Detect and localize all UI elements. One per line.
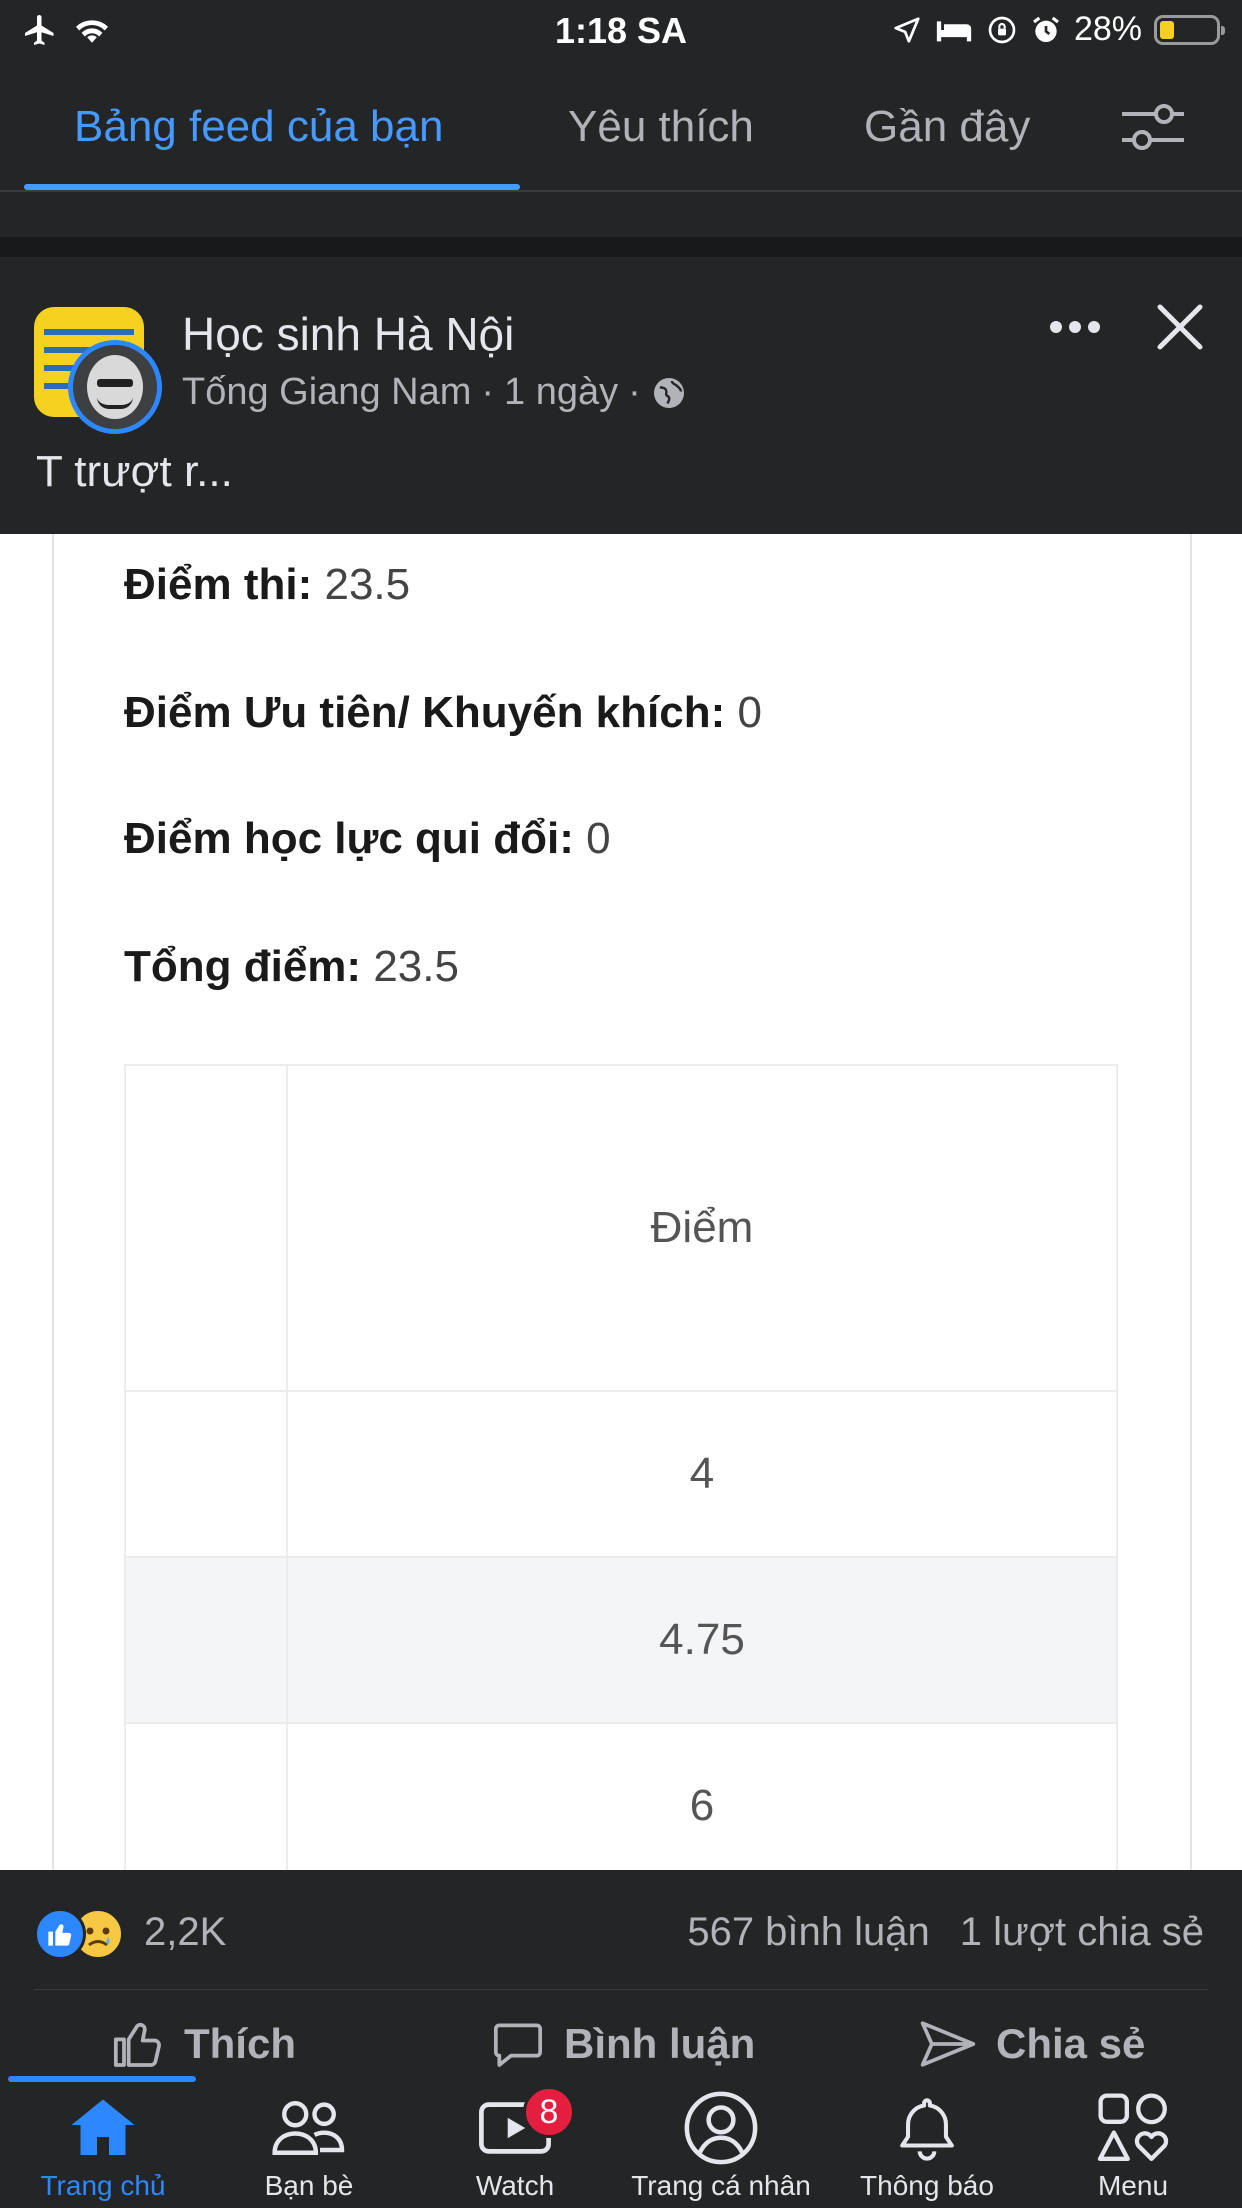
bottom-nav: Trang chủ Bạn bè 8 Watch Trang cá nhân T… — [0, 2076, 1242, 2208]
profile-icon — [682, 2088, 760, 2168]
like-reaction-icon — [34, 1908, 86, 1960]
status-bar: 1:18 SA 28% — [0, 0, 1242, 62]
nav-notifications[interactable]: Thông báo — [824, 2088, 1030, 2208]
bed-icon — [936, 20, 972, 41]
location-arrow-icon — [894, 16, 920, 43]
nav-profile-label: Trang cá nhân — [631, 2170, 811, 2201]
alarm-icon — [1032, 16, 1059, 42]
tab-recent[interactable]: Gần đây — [864, 102, 1030, 152]
like-button[interactable]: Thích — [110, 2016, 296, 2072]
post-divider — [0, 237, 1242, 257]
comment-icon — [493, 2023, 543, 2067]
table-cell-score: 4 — [286, 1390, 1118, 1558]
engagement-stats: 567 bình luận 1 lượt chia sẻ — [687, 1910, 1204, 1955]
author-avatar[interactable] — [68, 340, 162, 434]
nav-friends[interactable]: Bạn bè — [206, 2088, 412, 2208]
status-right: 28% — [892, 10, 1225, 49]
share-button[interactable]: Chia sẻ — [918, 2016, 1145, 2072]
active-tab-indicator — [24, 184, 520, 190]
meta-separator: · — [628, 371, 641, 413]
nav-home-label: Trang chủ — [40, 2170, 166, 2201]
nav-profile[interactable]: Trang cá nhân — [618, 2088, 824, 2208]
meta-separator: · — [481, 371, 495, 413]
comment-label: Bình luận — [564, 2020, 756, 2067]
author-name[interactable]: Tống Giang Nam — [182, 371, 471, 414]
feed-tabs: Bảng feed của bạn Yêu thích Gần đây — [0, 62, 1242, 192]
thumbs-up-icon — [113, 2022, 161, 2067]
comment-button[interactable]: Bình luận — [490, 2016, 755, 2072]
bell-icon — [892, 2088, 962, 2168]
reaction-count[interactable]: 2,2K — [144, 1910, 226, 1955]
table-cell — [124, 1556, 288, 1724]
more-options-icon[interactable] — [1048, 319, 1102, 340]
tab-favorites[interactable]: Yêu thích — [568, 102, 754, 152]
nav-friends-label: Bạn bè — [264, 2170, 354, 2201]
battery-icon — [1154, 14, 1225, 45]
reaction-icons[interactable] — [34, 1908, 130, 1962]
home-icon — [65, 2088, 141, 2168]
globe-icon — [653, 377, 684, 408]
score-line-exam: Điểm thi: 23.5 — [124, 560, 411, 609]
table-row: 6 — [124, 1722, 1118, 1870]
friends-icon — [269, 2088, 349, 2168]
previous-post-actions — [0, 192, 1242, 237]
score-line-priority: Điểm Ưu tiên/ Khuyến khích: 0 — [124, 688, 762, 737]
nav-watch-label: Watch — [475, 2170, 555, 2201]
table-header-score: Điểm — [286, 1064, 1118, 1392]
table-cell-score: 4.75 — [286, 1556, 1118, 1724]
table-row: 4 — [124, 1390, 1118, 1558]
nav-menu[interactable]: Menu — [1030, 2088, 1236, 2208]
close-icon[interactable] — [1154, 301, 1206, 358]
watch-badge: 8 — [523, 2086, 575, 2138]
rotation-lock-icon — [988, 16, 1016, 43]
nav-home[interactable]: Trang chủ — [0, 2088, 206, 2208]
reactions-bar: 2,2K 567 bình luận 1 lượt chia sẻ — [0, 1870, 1242, 1991]
nav-menu-label: Menu — [1097, 2170, 1169, 2201]
score-line-total: Tổng điểm: 23.5 — [124, 942, 459, 991]
share-label: Chia sẻ — [996, 2020, 1146, 2067]
menu-icon — [1096, 2088, 1170, 2168]
group-name[interactable]: Học sinh Hà Nội — [182, 307, 514, 361]
post-actions: Thích Bình luận Chia sẻ — [0, 1990, 1242, 2080]
share-count[interactable]: 1 lượt chia sẻ — [960, 1910, 1204, 1955]
table-cell-score: 6 — [286, 1722, 1118, 1870]
post-time[interactable]: 1 ngày — [504, 371, 618, 414]
post-image[interactable]: Điểm thi: 23.5 Điểm Ưu tiên/ Khuyến khíc… — [0, 534, 1242, 1870]
table-cell — [124, 1722, 288, 1870]
share-arrow-icon — [920, 2021, 976, 2067]
tab-your-feed[interactable]: Bảng feed của bạn — [74, 102, 443, 152]
nav-notifications-label: Thông báo — [860, 2170, 994, 2201]
nav-watch[interactable]: 8 Watch — [412, 2086, 618, 2208]
comment-count[interactable]: 567 bình luận — [687, 1910, 929, 1955]
score-table: Điểm 4 4.75 6 — [124, 1064, 1118, 1870]
table-cell — [124, 1064, 288, 1392]
score-line-converted: Điểm học lực qui đổi: 0 — [124, 814, 611, 863]
filter-settings-icon[interactable] — [1120, 102, 1186, 159]
table-header-row: Điểm — [124, 1064, 1118, 1392]
watch-icon: 8 — [477, 2086, 575, 2168]
table-cell — [124, 1390, 288, 1558]
battery-percent: 28% — [1073, 10, 1142, 48]
post-meta: Tống Giang Nam · 1 ngày · — [182, 371, 687, 414]
table-row: 4.75 — [124, 1556, 1118, 1724]
active-nav-indicator — [8, 2076, 196, 2082]
like-label: Thích — [184, 2020, 296, 2067]
post-header: Học sinh Hà Nội Tống Giang Nam · 1 ngày … — [0, 257, 1242, 534]
post-text: T trượt r... — [36, 447, 233, 496]
